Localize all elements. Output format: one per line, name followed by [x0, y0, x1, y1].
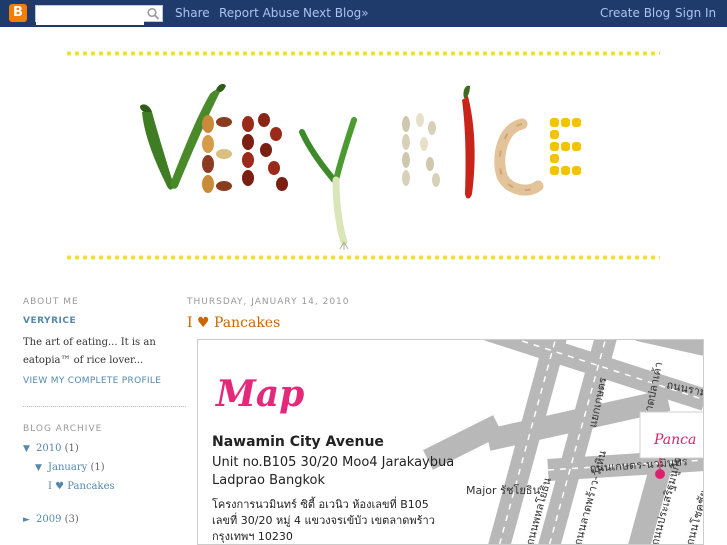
landmark-label: Major รัชโยธิน — [466, 483, 540, 497]
letter-i-red-chili — [462, 85, 475, 199]
letter-r-rice-grains — [402, 113, 440, 187]
letter-r-red-beans — [242, 113, 288, 191]
letter-e-corn — [550, 118, 581, 175]
map-unit-address: Unit no.B105 30/20 Moo4 Jarakaybua — [212, 455, 454, 470]
archive-count-january: (1) — [90, 462, 105, 473]
archive-count-2010: (1) — [64, 443, 79, 454]
map-graphic: ถนนรามอินทรา แยกเกษตร ถนนลาดปลาเค้า ถนนเ… — [212, 340, 704, 545]
header-banner-image[interactable] — [130, 72, 600, 250]
archive-link-2010[interactable]: 2010 — [36, 443, 61, 454]
archive-link-january[interactable]: January — [48, 462, 87, 473]
map-area: Ladprao Bangkok — [212, 473, 326, 488]
profile-name-link[interactable]: VERYRICE — [23, 316, 76, 326]
archive-count-2009: (3) — [64, 514, 79, 525]
letter-c-cashews — [494, 118, 544, 196]
view-profile-link[interactable]: VIEW MY COMPLETE PROFILE — [23, 376, 161, 386]
map-place-name: Nawamin City Avenue — [212, 434, 384, 450]
profile-description: The art of eating... It is an eatopia™ o… — [23, 337, 156, 366]
create-blog-link[interactable]: Create Blog — [600, 6, 670, 20]
archive-post-item: I ♥ Pancakes — [48, 481, 115, 492]
archive-link-pancakes[interactable]: I ♥ Pancakes — [48, 481, 115, 492]
blogger-logo-icon[interactable]: B — [9, 4, 27, 22]
map-heading: Map — [214, 373, 304, 415]
map-callout-label: Panca — [653, 432, 696, 448]
about-me-heading: ABOUT ME — [23, 297, 79, 307]
search-input[interactable] — [36, 10, 144, 25]
sidebar-divider — [23, 406, 186, 407]
letter-y-scallion — [299, 117, 357, 250]
next-blog-link[interactable]: Next Blog» — [303, 6, 369, 20]
share-link[interactable]: Share — [175, 6, 210, 20]
header-dotted-border-top — [65, 51, 660, 56]
post-map-image[interactable]: ถนนรามอินทรา แยกเกษตร ถนนลาดปลาเค้า ถนนเ… — [197, 339, 704, 545]
toggle-2010-collapse-icon[interactable]: ▼ — [23, 444, 30, 454]
blog-archive-heading: BLOG ARCHIVE — [23, 424, 103, 434]
search-box — [35, 5, 163, 25]
header-dotted-border-bottom — [65, 255, 660, 260]
blogger-navbar: B Share Report Abuse Next Blog» Create B… — [0, 0, 727, 27]
toggle-2009-expand-icon[interactable]: ► — [23, 515, 30, 525]
archive-link-2009[interactable]: 2009 — [36, 514, 61, 525]
post-title-link[interactable]: I ♥ Pancakes — [187, 315, 280, 331]
map-thai-address-2: เลขที่ 30/20 หมู่ 4 แขวงจรเข้บัว เขตลาดพ… — [212, 512, 435, 527]
map-thai-address-3: กรุงเทพฯ 10230 — [212, 530, 293, 543]
archive-year-2009: 2009 (3) — [36, 514, 79, 525]
map-thai-address-1: โครงการนวมินทร์ ซิตี้ อเวนิว ห้องเลขที่ … — [212, 496, 429, 511]
sign-in-link[interactable]: Sign In — [675, 6, 716, 20]
post-date-header: THURSDAY, JANUARY 14, 2010 — [187, 297, 350, 307]
search-icon[interactable] — [146, 7, 161, 20]
toggle-january-collapse-icon[interactable]: ▼ — [35, 463, 42, 473]
road-label-8: ถนนโชคชัย — [682, 489, 704, 545]
archive-month-january: January (1) — [48, 462, 105, 473]
letter-e-beans — [202, 115, 232, 193]
report-abuse-link[interactable]: Report Abuse — [219, 6, 300, 20]
archive-year-2010: 2010 (1) — [36, 443, 79, 454]
letter-v-chili — [140, 83, 226, 190]
